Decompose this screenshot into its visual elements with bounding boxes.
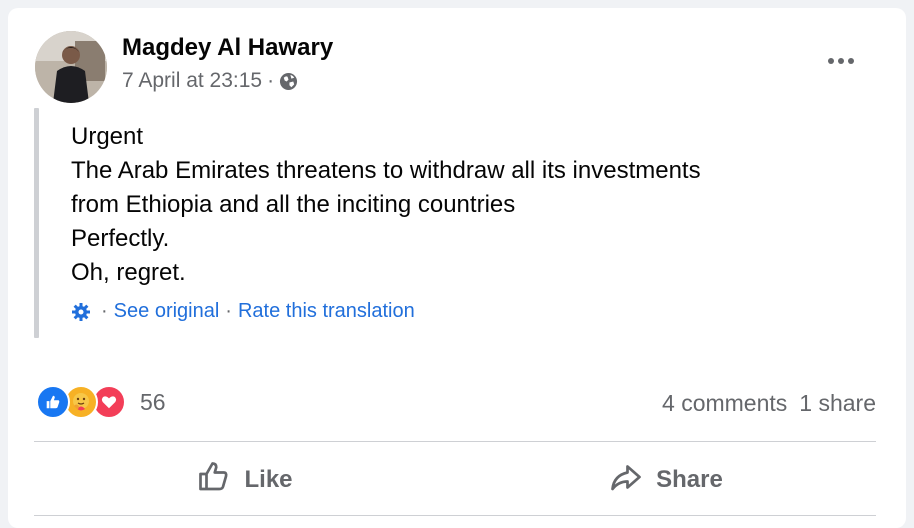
gear-icon[interactable] <box>71 302 91 322</box>
post-line: The Arab Emirates threatens to withdraw … <box>71 157 701 184</box>
globe-icon[interactable] <box>279 72 298 91</box>
translation-separator: · <box>101 300 108 322</box>
like-label: Like <box>244 466 293 493</box>
meta-separator: · <box>267 69 275 92</box>
post-line: Perfectly. <box>71 225 170 252</box>
reactions-summary[interactable]: 56 <box>36 385 166 419</box>
share-label: Share <box>656 466 723 493</box>
avatar[interactable] <box>35 31 107 103</box>
engagement-counts: 4 comments 1 share <box>662 390 876 417</box>
post-timestamp[interactable]: 7 April at 23:15 <box>122 69 262 93</box>
post-line: Urgent <box>71 123 144 150</box>
dot-icon <box>838 58 844 64</box>
see-original-link[interactable]: See original <box>114 300 220 323</box>
translation-separator: · <box>225 300 232 322</box>
post-meta: 7 April at 23:15 · <box>122 69 298 93</box>
post-line: from Ethiopia and all the inciting count… <box>71 191 516 218</box>
more-options-button[interactable] <box>828 54 858 68</box>
post-card: Magdey Al Hawary 7 April at 23:15 · Urge… <box>8 8 906 528</box>
quote-bar <box>34 108 39 338</box>
shares-count[interactable]: 1 share <box>799 390 876 417</box>
divider <box>34 515 876 516</box>
author-name[interactable]: Magdey Al Hawary <box>122 34 333 62</box>
comments-count[interactable]: 4 comments <box>662 390 787 417</box>
like-icon <box>36 385 70 419</box>
thumbs-up-icon <box>196 459 232 502</box>
share-button[interactable]: Share <box>455 450 876 510</box>
translation-bar: · See original · Rate this translation <box>71 300 415 323</box>
post-text: Urgent The Arab Emirates threatens to wi… <box>71 120 701 290</box>
dot-icon <box>828 58 834 64</box>
rate-translation-link[interactable]: Rate this translation <box>238 300 415 323</box>
share-arrow-icon <box>608 459 644 502</box>
like-button[interactable]: Like <box>34 450 455 510</box>
reaction-count[interactable]: 56 <box>140 389 166 416</box>
post-line: Oh, regret. <box>71 259 186 286</box>
divider <box>34 441 876 442</box>
dot-icon <box>848 58 854 64</box>
action-bar: Like Share <box>34 450 876 510</box>
